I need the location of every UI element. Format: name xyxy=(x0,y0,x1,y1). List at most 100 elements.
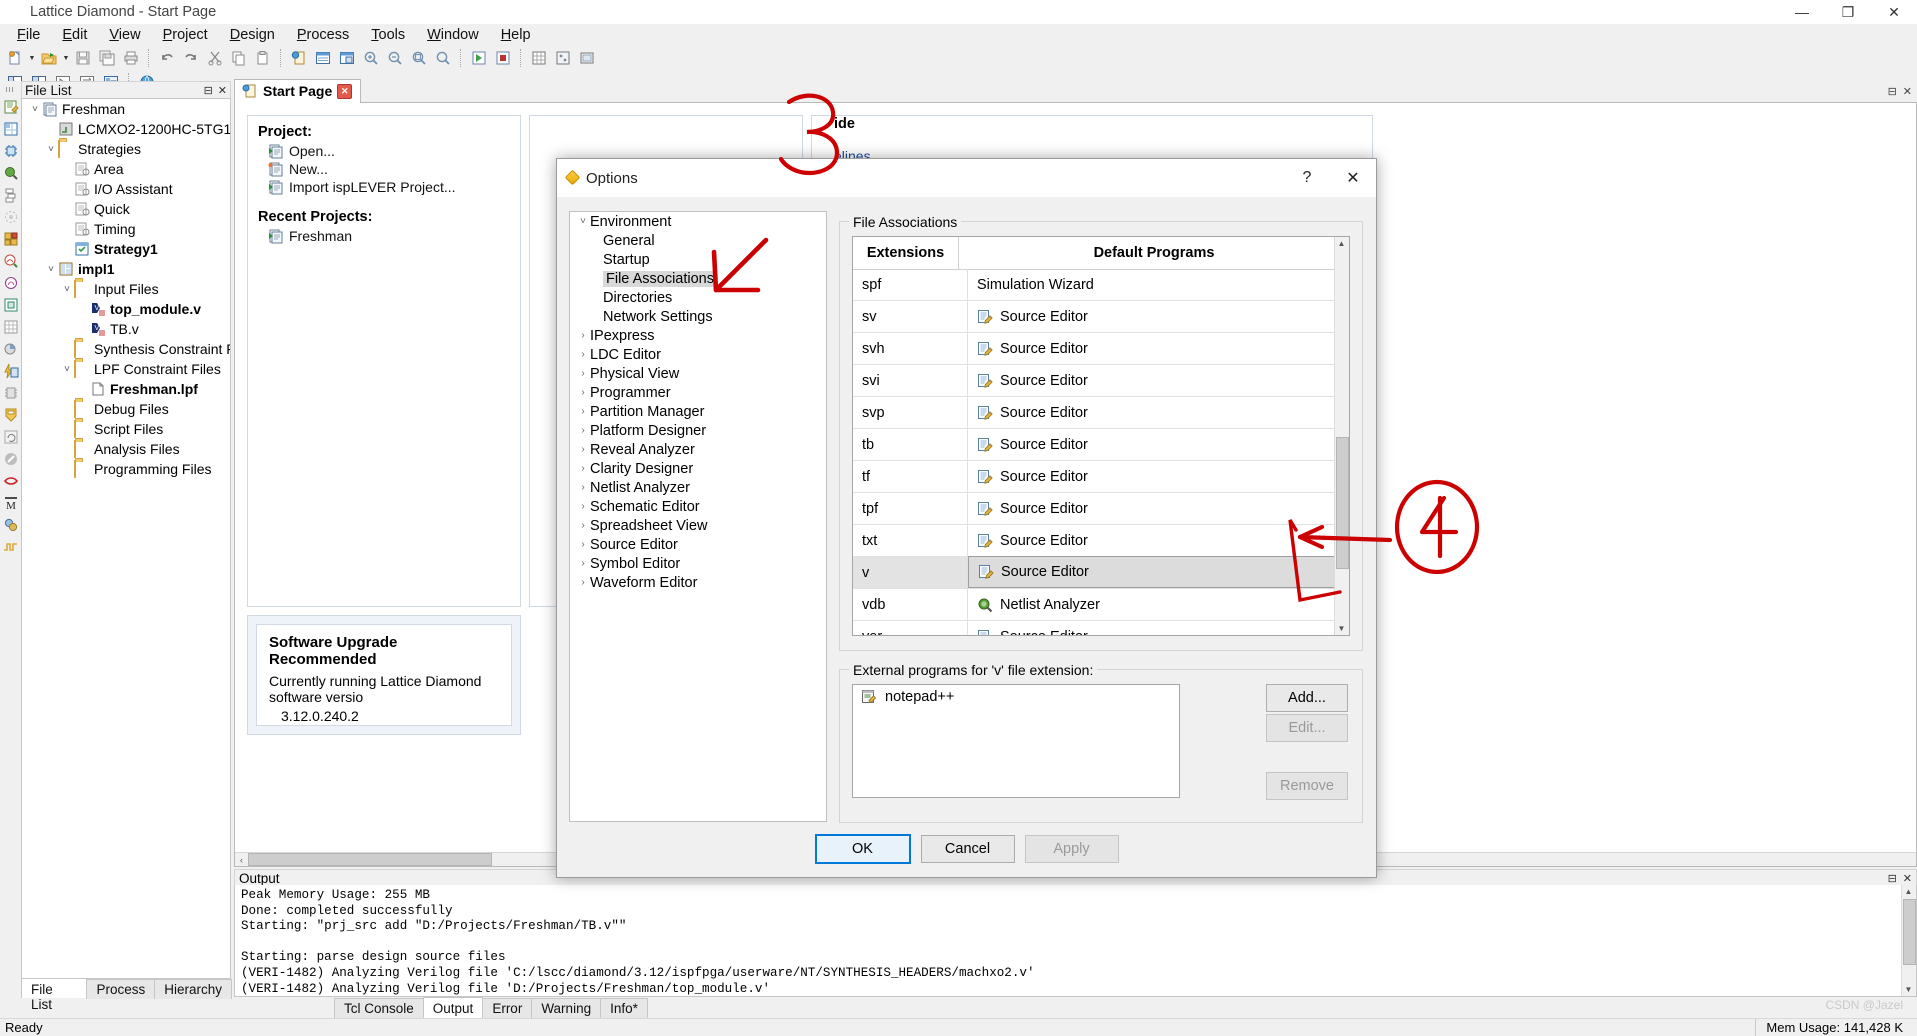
chevron-right-icon[interactable]: › xyxy=(576,368,590,379)
filelist-tab-file-list[interactable]: File List xyxy=(21,978,88,1012)
modelsim-tool-icon[interactable]: M xyxy=(1,492,20,514)
output-vscroll-thumb[interactable] xyxy=(1903,899,1916,965)
redo-icon[interactable] xyxy=(180,47,202,69)
device-view-icon[interactable] xyxy=(576,47,598,69)
menu-edit[interactable]: Edit xyxy=(51,25,98,45)
close-button[interactable]: ✕ xyxy=(1871,0,1917,24)
tree-node[interactable]: Area xyxy=(22,159,230,179)
file-association-row[interactable]: svp Source Editor xyxy=(853,397,1335,429)
chevron-right-icon[interactable]: › xyxy=(576,425,590,436)
options-tree-item-clarity-designer[interactable]: › Clarity Designer xyxy=(570,459,826,478)
print-icon[interactable] xyxy=(120,47,142,69)
tree-node[interactable]: Freshman.lpf xyxy=(22,379,230,399)
file-associations-table[interactable]: Extensions Default Programs spf Simulatio… xyxy=(852,236,1350,636)
file-association-row[interactable]: txt Source Editor xyxy=(853,525,1335,557)
save-all-icon[interactable] xyxy=(96,47,118,69)
options-tree-item-network-settings[interactable]: Network Settings xyxy=(570,307,826,326)
zoom-in-icon[interactable] xyxy=(360,47,382,69)
undo-icon[interactable] xyxy=(156,47,178,69)
scroll-up-icon[interactable]: ▲ xyxy=(1335,237,1348,250)
file-association-row[interactable]: vdb Netlist Analyzer xyxy=(853,589,1335,621)
file-association-row[interactable]: tf Source Editor xyxy=(853,461,1335,493)
output-log-body[interactable]: Peak Memory Usage: 255 MB Done: complete… xyxy=(234,885,1917,997)
file-associations-vscrollbar[interactable]: ▲ ▼ xyxy=(1334,237,1349,635)
report-view-icon[interactable] xyxy=(312,47,334,69)
filelist-tab-process[interactable]: Process xyxy=(86,979,156,999)
tree-node[interactable]: Programming Files xyxy=(22,459,230,479)
tree-node[interactable]: Debug Files xyxy=(22,399,230,419)
chevron-right-icon[interactable]: › xyxy=(576,387,590,398)
options-tree-item-waveform-editor[interactable]: › Waveform Editor xyxy=(570,573,826,592)
file-association-row[interactable]: spf Simulation Wizard xyxy=(853,269,1335,301)
chevron-down-icon[interactable]: ˅ xyxy=(28,104,42,115)
rail-grip[interactable] xyxy=(6,87,15,92)
power-tool-icon[interactable] xyxy=(1,360,20,382)
design-summary-icon[interactable] xyxy=(288,47,310,69)
chevron-down-icon[interactable]: ˅ xyxy=(60,284,74,295)
scroll-down-icon[interactable]: ▼ xyxy=(1902,983,1915,996)
fa-vscroll-thumb[interactable] xyxy=(1336,437,1349,569)
output-tab-warning[interactable]: Warning xyxy=(531,998,602,1019)
chevron-down-icon[interactable]: ˅ xyxy=(60,364,74,375)
chevron-right-icon[interactable]: › xyxy=(576,501,590,512)
menu-view[interactable]: View xyxy=(98,25,151,45)
chevron-down-icon[interactable]: ˅ xyxy=(576,216,590,227)
file-association-row[interactable]: tb Source Editor xyxy=(853,429,1335,461)
cut-icon[interactable] xyxy=(204,47,226,69)
options-tree-item-file-associations[interactable]: File Associations xyxy=(570,269,826,288)
copy-icon[interactable] xyxy=(228,47,250,69)
tree-node[interactable]: Strategy1 xyxy=(22,239,230,259)
save-icon[interactable] xyxy=(72,47,94,69)
file-association-row[interactable]: svi Source Editor xyxy=(853,365,1335,397)
chevron-right-icon[interactable]: › xyxy=(576,520,590,531)
options-tree-item-platform-designer[interactable]: › Platform Designer xyxy=(570,421,826,440)
tree-node[interactable]: V TB.v xyxy=(22,319,230,339)
chevron-down-icon[interactable]: ˅ xyxy=(44,144,58,155)
stop-process-icon[interactable] xyxy=(492,47,514,69)
device-tool-icon[interactable] xyxy=(1,140,20,162)
tree-node[interactable]: ˅ impl1 xyxy=(22,259,230,279)
new-file-icon[interactable] xyxy=(4,47,26,69)
options-tree-item-partition-manager[interactable]: › Partition Manager xyxy=(570,402,826,421)
external-program-item[interactable]: notepad++ xyxy=(853,685,1179,709)
timing-tool-icon[interactable] xyxy=(1,206,20,228)
tree-node[interactable]: ˅ Freshman xyxy=(22,99,230,119)
file-association-row[interactable]: sv Source Editor xyxy=(853,301,1335,333)
menu-design[interactable]: Design xyxy=(219,25,286,45)
chevron-right-icon[interactable]: › xyxy=(576,406,590,417)
chevron-right-icon[interactable]: › xyxy=(576,539,590,550)
close-editor-icon[interactable]: ✕ xyxy=(1903,85,1912,98)
output-vscrollbar[interactable]: ▲ ▼ xyxy=(1901,885,1916,996)
options-tree-item-physical-view[interactable]: › Physical View xyxy=(570,364,826,383)
options-tree-item-startup[interactable]: Startup xyxy=(570,250,826,269)
chevron-down-icon[interactable]: ˅ xyxy=(44,264,58,275)
tree-node[interactable]: Analysis Files xyxy=(22,439,230,459)
output-tab-tcl-console[interactable]: Tcl Console xyxy=(334,998,424,1019)
search-report-icon[interactable] xyxy=(336,47,358,69)
refresh-tool-icon[interactable] xyxy=(1,426,20,448)
tree-node[interactable]: Timing xyxy=(22,219,230,239)
zoom-fit-icon[interactable] xyxy=(408,47,430,69)
simulation-wizard-icon[interactable] xyxy=(1,514,20,536)
ncd-view-tool-icon[interactable] xyxy=(1,272,20,294)
scroll-left-icon[interactable]: ‹ xyxy=(235,855,248,865)
zoom-selection-icon[interactable] xyxy=(432,47,454,69)
tree-node[interactable]: ˅ LPF Constraint Files xyxy=(22,359,230,379)
tree-node[interactable]: Script Files xyxy=(22,419,230,439)
project-tree[interactable]: ˅ Freshman LCMXO2-1200HC-5TG144C ˅ Strategie… xyxy=(21,98,231,979)
menu-file[interactable]: File xyxy=(6,25,51,45)
menu-window[interactable]: Window xyxy=(416,25,490,45)
options-tree-item-reveal-analyzer[interactable]: › Reveal Analyzer xyxy=(570,440,826,459)
menu-process[interactable]: Process xyxy=(286,25,360,45)
tree-node[interactable]: I/O Assistant xyxy=(22,179,230,199)
maximize-button[interactable]: ❐ xyxy=(1825,0,1871,24)
options-tree-item-ldc-editor[interactable]: › LDC Editor xyxy=(570,345,826,364)
dialog-close-button[interactable]: ✕ xyxy=(1330,159,1376,197)
options-tree-item-environment[interactable]: ˅ Environment xyxy=(570,212,826,231)
chevron-right-icon[interactable]: › xyxy=(576,444,590,455)
options-tree-item-schematic-editor[interactable]: › Schematic Editor xyxy=(570,497,826,516)
add-button[interactable]: Add... xyxy=(1266,684,1348,712)
open-project-dropdown-icon[interactable]: ▼ xyxy=(61,47,71,69)
tree-node[interactable]: ˅ Strategies xyxy=(22,139,230,159)
options-tree-item-directories[interactable]: Directories xyxy=(570,288,826,307)
